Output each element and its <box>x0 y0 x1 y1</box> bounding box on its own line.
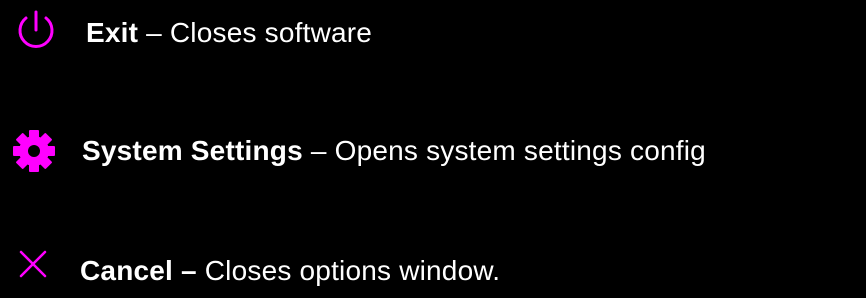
close-icon <box>19 250 47 278</box>
exit-label: Exit <box>86 17 139 48</box>
legend-item-exit: Exit – Closes software <box>0 8 866 58</box>
exit-description: Exit – Closes software <box>86 16 372 50</box>
legend-item-system-settings: System Settings – Opens system settings … <box>0 125 866 175</box>
system-settings-description: System Settings – Opens system settings … <box>82 134 706 168</box>
legend-item-cancel: Cancel – Closes options window. <box>0 247 866 297</box>
power-icon <box>18 10 54 48</box>
cancel-description: Cancel – Closes options window. <box>80 254 500 288</box>
cancel-description-text: Closes options window. <box>196 255 501 286</box>
system-settings-description-text: – Opens system settings config <box>302 135 706 166</box>
gear-icon <box>13 130 55 172</box>
exit-description-text: – Closes software <box>138 17 373 48</box>
system-settings-label: System Settings <box>82 135 303 166</box>
cancel-label: Cancel – <box>80 255 197 286</box>
